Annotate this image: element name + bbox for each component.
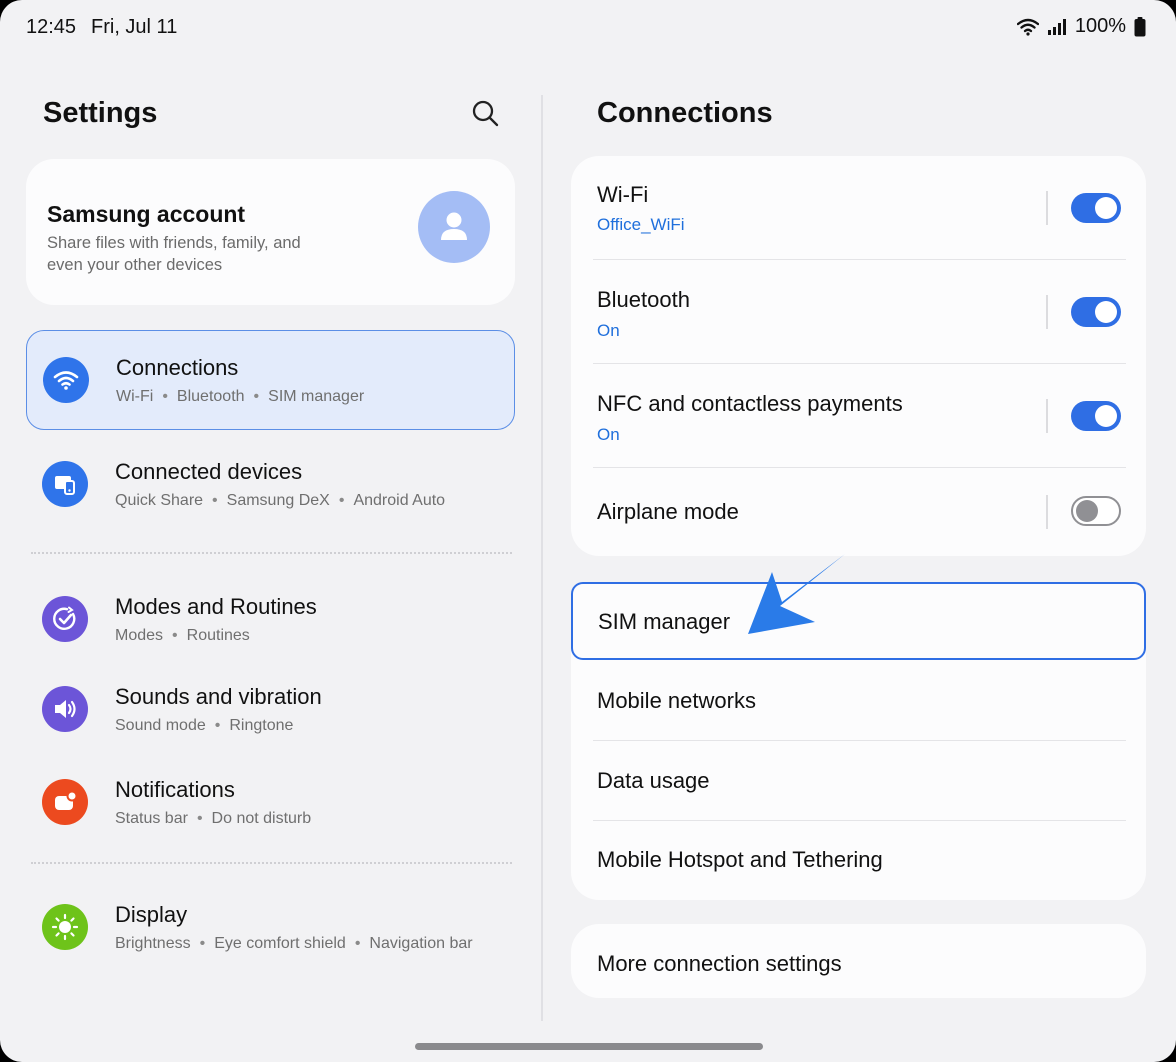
- sidebar-item-connected-devices[interactable]: Connected devices Quick Share • Samsung De…: [26, 435, 515, 535]
- row-separator: [1046, 191, 1048, 225]
- menu-label: Connections: [116, 355, 239, 380]
- account-title: Samsung account: [47, 201, 246, 227]
- cell-signal-icon: [1047, 18, 1067, 36]
- nfc-status: On: [597, 425, 620, 444]
- row-separator: [1046, 295, 1048, 329]
- toggles-card: Wi-Fi Office_WiFi Bluetooth On NFC and c…: [571, 156, 1146, 556]
- mobile-networks-label: Mobile networks: [597, 688, 756, 713]
- menu-subtitle: Modes • Routines: [115, 627, 250, 644]
- menu-label: Connected devices: [115, 459, 303, 484]
- nfc-label: NFC and contactless payments: [597, 391, 903, 416]
- notification-icon: [42, 779, 88, 825]
- airplane-mode-toggle[interactable]: [1071, 496, 1121, 526]
- battery-icon: [1134, 16, 1146, 37]
- account-subtitle: Share files with friends, family, and ev…: [47, 234, 301, 274]
- bluetooth-label: Bluetooth: [597, 287, 690, 312]
- samsung-account-card[interactable]: Samsung account Share files with friends…: [26, 159, 515, 305]
- menu-subtitle: Sound mode • Ringtone: [115, 717, 294, 734]
- avatar[interactable]: [418, 191, 490, 263]
- row-separator: [1046, 399, 1048, 433]
- menu-label: Display: [115, 902, 188, 927]
- menu-label: Notifications: [115, 777, 235, 802]
- bluetooth-status: On: [597, 321, 620, 340]
- row-separator: [1046, 495, 1048, 529]
- more-connection-settings-label: More connection settings: [597, 951, 842, 976]
- menu-subtitle: Wi-Fi • Bluetooth • SIM manager: [116, 388, 365, 405]
- airplane-mode-label: Airplane mode: [597, 499, 739, 524]
- status-time: 12:45: [26, 16, 77, 38]
- more-settings-card[interactable]: More connection settings: [571, 924, 1146, 998]
- data-usage-label: Data usage: [597, 768, 710, 793]
- menu-subtitle: Status bar • Do not disturb: [115, 810, 312, 827]
- search-button[interactable]: [470, 98, 502, 130]
- section-divider: [31, 552, 512, 554]
- sim-manager-row[interactable]: SIM manager: [571, 582, 1146, 660]
- sidebar-item-notifications[interactable]: Notifications Status bar • Do not disturb: [26, 753, 515, 853]
- page-title: Settings: [43, 97, 158, 129]
- hotspot-tethering-label: Mobile Hotspot and Tethering: [597, 847, 883, 872]
- home-indicator[interactable]: [415, 1043, 763, 1050]
- status-bar: 12:45 Fri, Jul 11 100%: [0, 0, 1176, 56]
- mobile-networks-row[interactable]: Mobile networks: [571, 662, 1146, 740]
- menu-label: Modes and Routines: [115, 594, 317, 619]
- sidebar-item-display[interactable]: Display Brightness • Eye comfort shield • Na…: [26, 878, 515, 978]
- wifi-label: Wi-Fi: [597, 182, 649, 207]
- sim-manager-label: SIM manager: [598, 609, 731, 634]
- battery-percent: 100%: [1074, 15, 1126, 37]
- search-icon: [472, 100, 499, 127]
- wifi-network-name: Office_WiFi: [597, 215, 685, 234]
- sidebar-item-sounds-vibration[interactable]: Sounds and vibration Sound mode • Ringtone: [26, 660, 515, 760]
- wifi-row[interactable]: Wi-Fi Office_WiFi: [571, 156, 1146, 260]
- connections-pane: Connections Wi-Fi Office_WiFi Bluetooth …: [542, 56, 1176, 1026]
- connections-title: Connections: [597, 97, 773, 129]
- menu-subtitle: Quick Share • Samsung DeX • Android Auto: [115, 492, 446, 509]
- sidebar-item-connections[interactable]: Connections Wi-Fi • Bluetooth • SIM manager: [26, 330, 515, 430]
- hotspot-tethering-row[interactable]: Mobile Hotspot and Tethering: [571, 821, 1146, 899]
- speaker-icon: [42, 686, 88, 732]
- settings-screen: 12:45 Fri, Jul 11 100% Settings Samsung …: [0, 0, 1176, 1062]
- status-date: Fri, Jul 11: [91, 16, 178, 38]
- wifi-icon: [43, 357, 89, 403]
- person-icon: [441, 212, 467, 240]
- wifi-signal-icon: [1016, 18, 1039, 36]
- bluetooth-row[interactable]: Bluetooth On: [571, 260, 1146, 364]
- network-card: SIM manager Mobile networks Data usage M…: [571, 582, 1146, 900]
- nfc-toggle[interactable]: [1071, 401, 1121, 431]
- data-usage-row[interactable]: Data usage: [571, 741, 1146, 819]
- sun-icon: [42, 904, 88, 950]
- settings-pane: Settings Samsung account Share files wit…: [0, 56, 541, 1026]
- bluetooth-toggle[interactable]: [1071, 297, 1121, 327]
- wifi-toggle[interactable]: [1071, 193, 1121, 223]
- sidebar-item-modes-routines[interactable]: Modes and Routines Modes • Routines: [26, 570, 515, 670]
- airplane-mode-row[interactable]: Airplane mode: [571, 468, 1146, 556]
- status-indicators: 100%: [1016, 15, 1146, 38]
- menu-subtitle: Brightness • Eye comfort shield • Navigation…: [115, 935, 473, 952]
- section-divider: [31, 862, 512, 864]
- nfc-row[interactable]: NFC and contactless payments On: [571, 364, 1146, 468]
- devices-icon: [42, 461, 88, 507]
- check-circle-icon: [42, 596, 88, 642]
- menu-label: Sounds and vibration: [115, 684, 322, 709]
